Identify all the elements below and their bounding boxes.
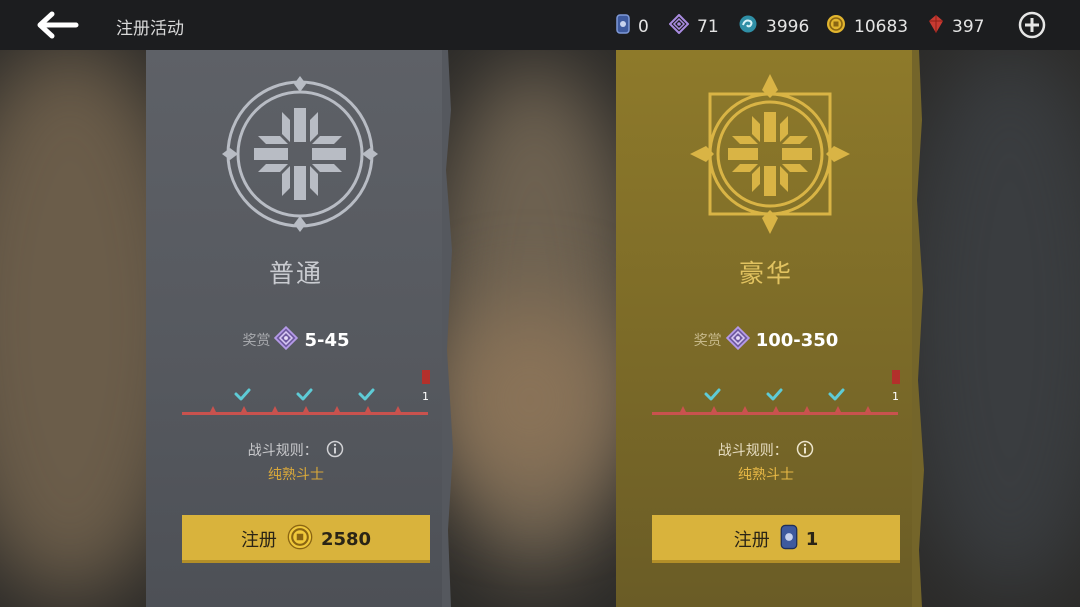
blue-swirl-icon: [738, 14, 758, 39]
top-bar: 注册活动 0 71 3996 10683 397: [0, 0, 1080, 50]
card-title: 普通: [268, 259, 323, 288]
purple-diamond-icon: [725, 325, 750, 354]
event-card-normal[interactable]: 普通 奖赏 5-45 1 战斗规则： 纯熟斗士 注册 2580: [146, 50, 453, 607]
win-progress-track: 1: [652, 370, 900, 415]
info-icon[interactable]: [326, 440, 344, 462]
gold-coin-icon: [287, 524, 313, 555]
add-currency-button[interactable]: [1018, 11, 1046, 39]
check-icon: [358, 388, 375, 401]
page-title: 注册活动: [116, 19, 184, 39]
rules-label: 战斗规则：: [717, 443, 788, 459]
emblem-icon: [222, 76, 378, 232]
currency-value: 3996: [766, 16, 810, 37]
event-card-deluxe[interactable]: 豪华 奖赏 100-350 1 战斗规则： 纯熟斗士 注册 1: [616, 50, 924, 607]
reward-row: 奖赏 5-45: [146, 325, 446, 354]
win-progress-track: 1: [182, 370, 430, 415]
register-button[interactable]: 注册 1: [652, 515, 900, 563]
ticket-icon: [780, 524, 798, 555]
check-icon: [704, 388, 721, 401]
reward-value: 100-350: [755, 329, 839, 351]
register-cost: 1: [805, 528, 819, 550]
currency-value: 10683: [854, 16, 909, 37]
reward-row: 奖赏 100-350: [616, 325, 916, 354]
currency-swirl[interactable]: 3996: [738, 14, 809, 39]
register-cost: 2580: [320, 528, 372, 550]
check-icon: [766, 388, 783, 401]
register-button[interactable]: 注册 2580: [182, 515, 430, 563]
check-icon: [828, 388, 845, 401]
check-icon: [234, 388, 251, 401]
register-label: 注册: [733, 530, 770, 551]
ticket-icon: [616, 14, 630, 39]
currency-gold[interactable]: 10683: [826, 14, 908, 39]
reward-label: 奖赏: [693, 333, 722, 349]
back-button[interactable]: [34, 10, 80, 40]
gold-coin-icon: [826, 14, 846, 39]
purple-diamond-icon: [274, 325, 299, 354]
currency-value: 397: [952, 16, 985, 37]
progress-end-label: 1: [892, 390, 899, 403]
progress-end-label: 1: [422, 390, 429, 403]
arrow-left-icon: [37, 11, 79, 39]
emblem-icon: [690, 74, 850, 234]
battle-rules: 战斗规则： 纯熟斗士: [616, 440, 916, 484]
currency-diamond[interactable]: 71: [668, 13, 719, 39]
plus-circle-icon: [1018, 11, 1046, 39]
red-gem-icon: [928, 14, 944, 39]
currency-value: 0: [638, 16, 649, 37]
reward-value: 5-45: [304, 329, 350, 351]
currency-ticket[interactable]: 0: [616, 14, 649, 39]
info-icon[interactable]: [796, 440, 814, 462]
rules-value: 纯熟斗士: [268, 467, 324, 483]
purple-diamond-icon: [668, 13, 690, 39]
currency-ruby[interactable]: 397: [928, 14, 984, 39]
check-icon: [296, 388, 313, 401]
rules-value: 纯熟斗士: [738, 467, 794, 483]
register-label: 注册: [240, 530, 277, 551]
rules-label: 战斗规则：: [247, 443, 318, 459]
card-title: 豪华: [738, 259, 793, 288]
currency-value: 71: [697, 16, 719, 37]
battle-rules: 战斗规则： 纯熟斗士: [146, 440, 446, 484]
reward-label: 奖赏: [242, 333, 271, 349]
